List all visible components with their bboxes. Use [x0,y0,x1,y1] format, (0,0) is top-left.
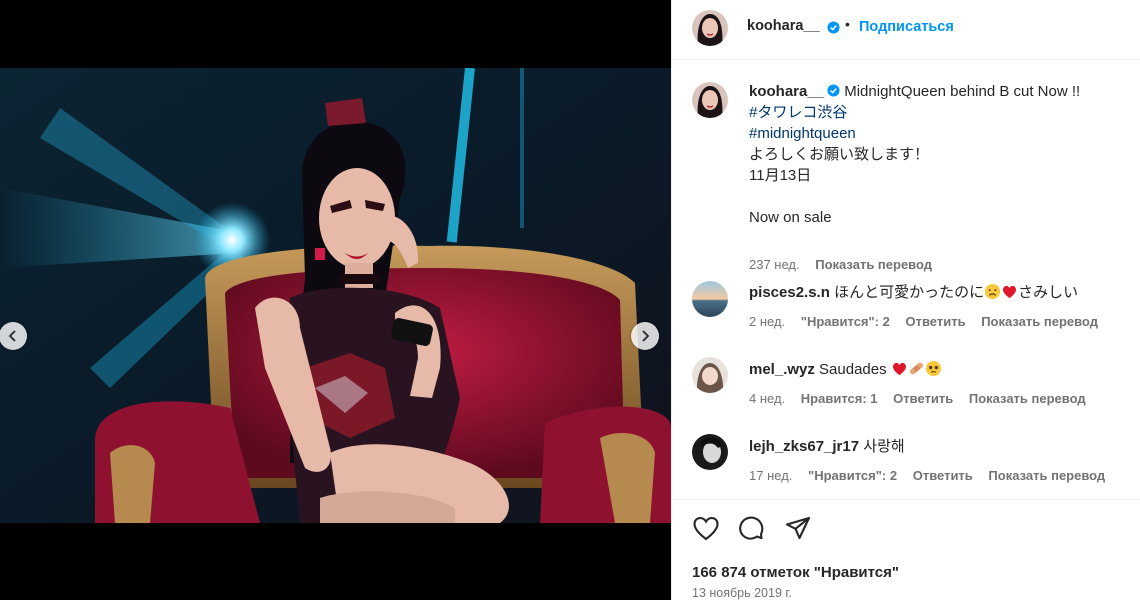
comment-username[interactable]: lejh_zks67_jr17 [749,438,859,455]
translate-button[interactable]: Показать перевод [988,468,1105,483]
commenter-avatar[interactable] [692,434,728,470]
reply-button[interactable]: Ответить [913,468,973,483]
caption-meta: 237 нед. Показать перевод [749,257,944,272]
caption-time[interactable]: 237 нед. [749,257,800,272]
comment-meta: 17 нед. "Нравится": 2 Ответить Показать … [749,468,1117,483]
heart-emoji-icon [892,362,906,376]
chevron-left-icon [8,330,16,342]
comment-likes[interactable]: "Нравится": 2 [801,314,890,329]
translate-button[interactable]: Показать перевод [969,391,1086,406]
translate-button[interactable]: Показать перевод [815,257,932,272]
comment-time[interactable]: 17 нед. [749,468,792,483]
comment-likes[interactable]: "Нравится": 2 [808,468,897,483]
verified-badge-icon [827,84,840,97]
post-side-panel: koohara__ • Подписаться koohara__ Midnig… [671,0,1140,600]
hashtag-link[interactable]: #タワレコ渋谷 [749,102,1129,123]
heart-emoji-icon [1003,285,1017,299]
translate-button[interactable]: Показать перевод [981,314,1098,329]
comment-meta: 2 нед. "Нравится": 2 Ответить Показать п… [749,314,1110,329]
pleading-face-icon [925,360,941,377]
comment-body: mel_.wyz Saudades [749,359,1129,380]
like-count[interactable]: 166 874 отметок "Нравится" [692,564,899,581]
follow-button[interactable]: Подписаться [859,19,954,35]
comment-body: lejh_zks67_jr17 사랑해 [749,436,1129,457]
reply-button[interactable]: Ответить [905,314,965,329]
caption-line: 11月13日 [749,167,812,184]
caption-body: koohara__ MidnightQueen behind B cut Now… [749,81,1129,228]
post-header: koohara__ • Подписаться [672,0,1140,60]
comment-time[interactable]: 4 нед. [749,391,785,406]
post-actions: 166 874 отметок "Нравится" 13 ноябрь 201… [672,499,1140,600]
comments-area[interactable]: koohara__ MidnightQueen behind B cut Now… [672,61,1140,499]
heart-outline-icon[interactable] [692,515,720,543]
post-media [0,0,671,600]
comment-username[interactable]: pisces2.s.n [749,284,830,301]
chevron-right-icon [642,330,650,342]
post-date[interactable]: 13 ноябрь 2019 г. [692,586,792,600]
header-separator: • [845,16,850,32]
comment-body: pisces2.s.n ほんと可愛かったのに さみしい [749,282,1129,303]
comment-username[interactable]: mel_.wyz [749,361,815,378]
caption-avatar[interactable] [692,82,728,118]
comment-meta: 4 нед. Нравится: 1 Ответить Показать пер… [749,391,1098,406]
sad-face-icon [985,283,1001,300]
next-photo-button[interactable] [631,322,659,350]
caption-text: MidnightQueen behind B cut Now !! [844,83,1081,100]
comment-text: さみしい [1018,284,1079,301]
commenter-avatar[interactable] [692,281,728,317]
header-username[interactable]: koohara__ [747,18,820,34]
author-avatar[interactable] [692,10,728,46]
commenter-avatar[interactable] [692,357,728,393]
bandage-icon [909,362,923,375]
comment-text: Saudades [819,361,887,378]
photo-illustration [0,68,671,523]
speech-bubble-icon[interactable] [738,515,766,543]
caption-username[interactable]: koohara__ [749,83,824,100]
verified-badge-icon [827,21,840,34]
comment-time[interactable]: 2 нед. [749,314,785,329]
comment-likes[interactable]: Нравится: 1 [801,391,878,406]
reply-button[interactable]: Ответить [893,391,953,406]
caption-line: よろしくお願い致します！ [749,146,930,163]
paper-plane-icon[interactable] [784,515,812,543]
hashtag-link[interactable]: #midnightqueen [749,123,1129,144]
comment-text: 사랑해 [863,438,905,455]
comment-text: ほんと可愛かったのに [834,284,985,301]
post-photo[interactable] [0,68,671,523]
caption-line: Now on sale [749,209,832,226]
previous-photo-button[interactable] [0,322,27,350]
